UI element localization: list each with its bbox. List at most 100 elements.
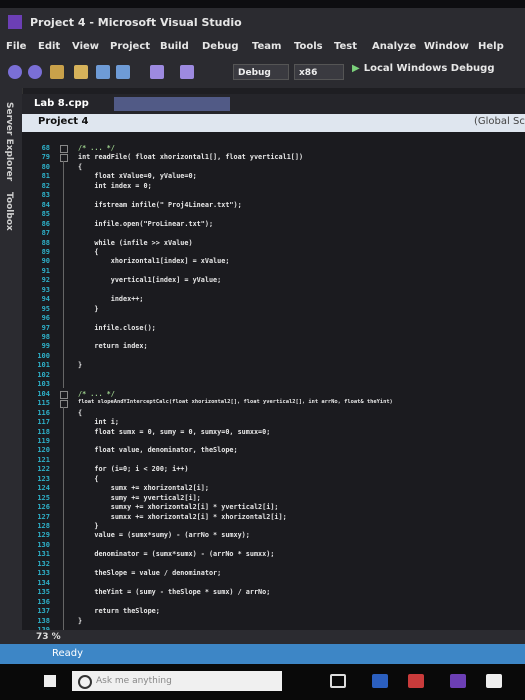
code-line[interactable]: infile.open("ProLinear.txt");	[78, 220, 213, 228]
code-line[interactable]: }	[78, 522, 98, 530]
back-icon[interactable]	[8, 65, 22, 79]
line-number: 115	[37, 399, 50, 408]
tab-lab8-cpp[interactable]: Lab 8.cpp	[28, 96, 95, 112]
menu-file[interactable]: File	[6, 41, 26, 52]
code-line[interactable]: {	[78, 475, 98, 483]
code-line[interactable]: value = (sumx*sumy) - (arrNo * sumxy);	[78, 531, 250, 539]
undo-icon[interactable]	[150, 65, 164, 79]
code-line[interactable]: }	[78, 305, 98, 313]
code-editor[interactable]: 68 79 80 81 82 83 84 85 86 87 88 89 90 91 92 93 94 95 96 97…	[22, 132, 525, 630]
code-line[interactable]: denominator = (sumx*sumx) - (arrNo * sum…	[78, 550, 274, 558]
menu-build[interactable]: Build	[160, 41, 189, 52]
navigation-bar: Project 4 (Global Sc	[22, 114, 525, 132]
solution-config-select[interactable]: Debug	[233, 64, 289, 80]
line-number: 101	[37, 361, 50, 370]
menu-debug[interactable]: Debug	[202, 41, 239, 52]
line-number: 138	[37, 616, 50, 625]
start-menu-icon[interactable]	[44, 675, 56, 687]
line-number: 133	[37, 569, 50, 578]
code-line[interactable]: {	[78, 248, 98, 256]
code-line[interactable]: sumy += yvertical2[i];	[78, 494, 201, 502]
code-line[interactable]: /* ... */	[78, 144, 115, 152]
code-line[interactable]: return index;	[78, 342, 147, 350]
line-number: 68	[41, 144, 50, 152]
line-number: 90	[41, 257, 50, 266]
visual-studio-taskbar-icon[interactable]	[450, 674, 466, 688]
outline-collapse-toggle[interactable]	[60, 145, 68, 153]
platform-select[interactable]: x86	[294, 64, 344, 80]
save-icon[interactable]	[96, 65, 110, 79]
line-number: 80	[41, 162, 50, 171]
code-line[interactable]: index++;	[78, 295, 144, 303]
menu-test[interactable]: Test	[334, 41, 357, 52]
line-number: 84	[41, 200, 50, 209]
word-icon[interactable]	[372, 674, 388, 688]
outline-collapse-toggle[interactable]	[60, 400, 68, 409]
line-number: 117	[37, 418, 50, 427]
menu-view[interactable]: View	[72, 41, 99, 52]
line-number: 137	[37, 607, 50, 616]
code-line[interactable]: xhorizontal1[index] = xValue;	[78, 257, 230, 265]
code-line[interactable]: }	[78, 617, 82, 625]
run-label: Local Windows Debugg	[363, 63, 495, 74]
menu-window[interactable]: Window	[424, 41, 469, 52]
mail-icon[interactable]	[486, 674, 502, 688]
project-dropdown[interactable]: Project 4	[38, 116, 89, 127]
menu-project[interactable]: Project	[110, 41, 150, 52]
forward-icon[interactable]	[28, 65, 42, 79]
code-line[interactable]: /* ... */	[78, 390, 115, 398]
outline-guide	[63, 161, 64, 389]
line-number: 87	[41, 229, 50, 238]
new-project-icon[interactable]	[50, 65, 64, 79]
line-number: 93	[41, 285, 50, 294]
code-line[interactable]: }	[78, 361, 82, 369]
code-line[interactable]: int index = 0;	[78, 182, 151, 190]
window-title: Project 4 - Microsoft Visual Studio	[30, 16, 242, 29]
menu-team[interactable]: Team	[252, 41, 281, 52]
code-line[interactable]: int readFile( float xhorizontal1[], floa…	[78, 153, 303, 161]
code-line[interactable]: while (infile >> xValue)	[78, 239, 192, 247]
code-line[interactable]: for (i=0; i < 200; i++)	[78, 465, 188, 473]
line-number: 134	[37, 578, 50, 587]
menu-analyze[interactable]: Analyze	[372, 41, 416, 52]
menu-edit[interactable]: Edit	[38, 41, 60, 52]
line-number: 91	[41, 266, 50, 275]
redo-icon[interactable]	[180, 65, 194, 79]
line-number: 119	[37, 436, 50, 445]
code-line[interactable]: float slopeAndYInterceptCalc(float xhori…	[78, 399, 393, 405]
code-line[interactable]: infile.close();	[78, 324, 155, 332]
tab-other-document[interactable]	[114, 97, 230, 111]
scope-dropdown[interactable]: (Global Sc	[474, 116, 525, 127]
code-line[interactable]: {	[78, 163, 82, 171]
outline-collapse-toggle[interactable]	[60, 154, 68, 163]
task-view-icon[interactable]	[330, 674, 346, 688]
code-line[interactable]: int i;	[78, 418, 119, 426]
toolbox-tab[interactable]: Toolbox	[4, 192, 14, 231]
line-number: 86	[41, 219, 50, 228]
code-line[interactable]: return theSlope;	[78, 607, 159, 615]
zoom-level[interactable]: 73 %	[36, 632, 61, 642]
code-line[interactable]: theSlope = value / denominator;	[78, 569, 221, 577]
save-all-icon[interactable]	[116, 65, 130, 79]
code-line[interactable]: theYint = (sumy - theSlope * sumx) / arr…	[78, 588, 270, 596]
code-line[interactable]: ifstream infile(" Proj4Linear.txt");	[78, 201, 241, 209]
play-icon: ▶	[352, 63, 360, 74]
code-line[interactable]: yvertical1[index] = yValue;	[78, 276, 222, 284]
code-line[interactable]: {	[78, 409, 82, 417]
outline-collapse-toggle[interactable]	[60, 390, 68, 399]
line-number: 104	[37, 389, 50, 398]
menu-help[interactable]: Help	[478, 41, 504, 52]
windows-taskbar: Ask me anything	[0, 664, 525, 700]
menu-tools[interactable]: Tools	[294, 41, 323, 52]
taskbar-search-input[interactable]: Ask me anything	[72, 671, 282, 691]
server-explorer-tab[interactable]: Server Explorer	[4, 102, 14, 181]
code-line[interactable]: sumxy += xhorizontal2[i] * yvertical2[i]…	[78, 503, 279, 511]
start-debugging-button[interactable]: ▶ Local Windows Debugg	[352, 63, 494, 81]
app-icon[interactable]	[408, 674, 424, 688]
code-line[interactable]: float xValue=0, yValue=0;	[78, 172, 196, 180]
code-line[interactable]: float value, denominator, theSlope;	[78, 446, 237, 454]
code-line[interactable]: sumx += xhorizontal2[i];	[78, 484, 209, 492]
open-folder-icon[interactable]	[74, 65, 88, 79]
code-line[interactable]: sumxx += xhorizontal2[i] * xhorizontal2[…	[78, 513, 287, 521]
code-line[interactable]: float sumx = 0, sumy = 0, sumxy=0, sumxx…	[78, 428, 270, 436]
